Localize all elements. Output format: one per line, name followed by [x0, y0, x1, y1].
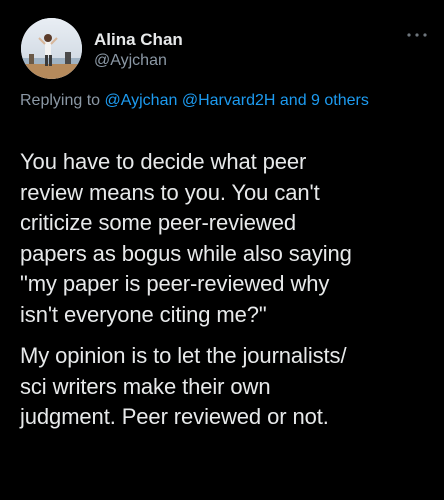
mention-link[interactable]: @Harvard2H [182, 92, 276, 109]
reply-context: Replying to @Ayjchan @Harvard2H and 9 ot… [20, 90, 420, 112]
tweet-paragraph: My opinion is to let the journalists/ sc… [20, 343, 347, 429]
others-link[interactable]: and 9 others [280, 92, 369, 109]
tweet-text: You have to decide what peer review mean… [20, 147, 430, 433]
tweet: Alina Chan @Ayjchan Replying to @Ayjchan… [0, 0, 444, 500]
tweet-paragraph: You have to decide what peer review mean… [20, 149, 352, 327]
avatar[interactable] [21, 18, 82, 79]
reply-prefix: Replying to [20, 92, 101, 109]
mention-link[interactable]: @Ayjchan [105, 92, 178, 109]
profile-photo-icon [21, 18, 82, 79]
author-name[interactable]: Alina Chan [94, 30, 183, 50]
more-options-icon[interactable] [406, 30, 428, 40]
author-handle[interactable]: @Ayjchan [94, 52, 167, 70]
